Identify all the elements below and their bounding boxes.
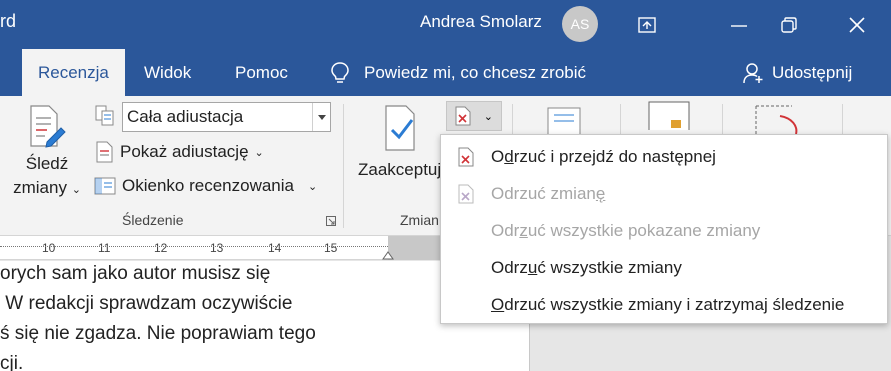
- reject-and-next-icon: [458, 147, 474, 166]
- share-button[interactable]: Udostępnij: [742, 49, 852, 96]
- restore-button[interactable]: [764, 0, 814, 49]
- menu-item-reject-all[interactable]: Odrzuć wszystkie zmiany: [441, 249, 887, 286]
- menu-item-reject-and-move-next[interactable]: Odrzuć i przejdź do następnej: [441, 138, 887, 175]
- reviewing-pane-button[interactable]: Okienko recenzowania ⌄: [94, 172, 317, 200]
- minimize-button[interactable]: [714, 0, 764, 49]
- tab-widok[interactable]: Widok: [128, 49, 207, 96]
- lightbulb-icon: [331, 61, 349, 83]
- menu-item-label: Odrzuć wszystkie zmiany i zatrzymaj śled…: [491, 294, 845, 314]
- tell-me-text: Powiedz mi, co chcesz zrobić: [364, 62, 587, 82]
- ribbon-tabs: Recenzja Widok Pomoc Powiedz mi, co chce…: [0, 49, 891, 96]
- ruler-tick: 12: [154, 241, 168, 255]
- title-bar: rd Andrea Smolarz AS: [0, 0, 891, 49]
- accept-button[interactable]: Zaakceptuj: [352, 104, 442, 182]
- accept-label: Zaakceptuj: [358, 160, 442, 179]
- ruler-tick: 13: [210, 241, 224, 255]
- menu-item-reject-all-stop-tracking[interactable]: Odrzuć wszystkie zmiany i zatrzymaj śled…: [441, 286, 887, 323]
- show-markup-icon: [96, 141, 113, 163]
- display-for-review-icon: [95, 105, 114, 126]
- restore-icon: [781, 16, 797, 33]
- protect-icon: [648, 101, 690, 130]
- dialog-launcher-icon[interactable]: [326, 216, 336, 226]
- chevron-down-icon: ⌄: [71, 184, 81, 196]
- accept-icon: [385, 105, 415, 151]
- track-changes-button[interactable]: Śledź zmiany ⌄: [8, 104, 86, 202]
- chevron-down-icon: ⌄: [483, 110, 493, 123]
- share-person-icon: [743, 62, 763, 83]
- reject-icon: [455, 106, 471, 126]
- reject-change-icon: [458, 184, 474, 203]
- ruler-dots: [0, 246, 388, 248]
- show-markup-button[interactable]: Pokaż adiustację ⌄: [94, 138, 264, 166]
- menu-item-label: Odrzuć i przejdź do następnej: [491, 146, 716, 166]
- ribbon-display-icon: [638, 16, 656, 33]
- reviewing-pane-icon: [94, 177, 116, 195]
- menu-item-reject-change: Odrzuć zmianę: [441, 175, 887, 212]
- compare-icon: [547, 107, 581, 136]
- minimize-icon: [731, 24, 747, 27]
- group-label-tracking: Śledzenie: [122, 212, 184, 228]
- show-markup-label: Pokaż adiustację: [120, 142, 249, 161]
- combo-dropdown-arrow-icon[interactable]: [312, 103, 330, 131]
- ruler-tick: 15: [324, 241, 338, 255]
- horizontal-ruler[interactable]: 10 11 12 13 14 15: [0, 236, 440, 260]
- ruler-margin-area: [388, 236, 440, 260]
- tab-recenzja[interactable]: Recenzja: [22, 49, 125, 96]
- close-button[interactable]: [832, 0, 882, 49]
- document-line: cji.: [0, 353, 24, 371]
- reviewing-pane-label: Okienko recenzowania: [122, 176, 294, 195]
- ruler-tick: 10: [42, 241, 56, 255]
- track-changes-icon: [30, 105, 66, 148]
- app-title: rd: [0, 11, 17, 31]
- track-changes-label-1: Śledź: [25, 154, 69, 173]
- ruler-tick: 14: [268, 241, 282, 255]
- ribbon-display-options-button[interactable]: [622, 0, 672, 49]
- tell-me-box[interactable]: Powiedz mi, co chcesz zrobić: [330, 49, 586, 96]
- ruler-tick: 11: [98, 241, 111, 255]
- group-separator: [343, 104, 344, 228]
- markup-combo-value: Cała adiustacja: [127, 107, 244, 126]
- track-changes-label-2: zmiany: [13, 178, 67, 197]
- chevron-down-icon: ⌄: [254, 146, 264, 159]
- menu-item-label: Odrzuć wszystkie zmiany: [491, 257, 682, 277]
- markup-display-combo[interactable]: Cała adiustacja: [122, 102, 331, 132]
- menu-item-label: Odrzuć zmianę: [491, 183, 606, 203]
- reject-dropdown-button[interactable]: ⌄: [446, 101, 502, 131]
- menu-item-label: Odrzuć wszystkie pokazane zmiany: [491, 220, 761, 240]
- reject-dropdown-menu: Odrzuć i przejdź do następnej Odrzuć zmi…: [440, 134, 888, 324]
- ink-icon: [755, 105, 798, 134]
- chevron-down-icon: ⌄: [307, 180, 318, 193]
- avatar[interactable]: AS: [562, 6, 598, 42]
- user-name[interactable]: Andrea Smolarz: [420, 12, 542, 32]
- menu-item-reject-all-shown: Odrzuć wszystkie pokazane zmiany: [441, 212, 887, 249]
- group-label-changes: Zmian: [400, 212, 439, 228]
- share-label: Udostępnij: [772, 62, 853, 82]
- close-icon: [849, 16, 865, 33]
- tab-pomoc[interactable]: Pomoc: [219, 49, 304, 96]
